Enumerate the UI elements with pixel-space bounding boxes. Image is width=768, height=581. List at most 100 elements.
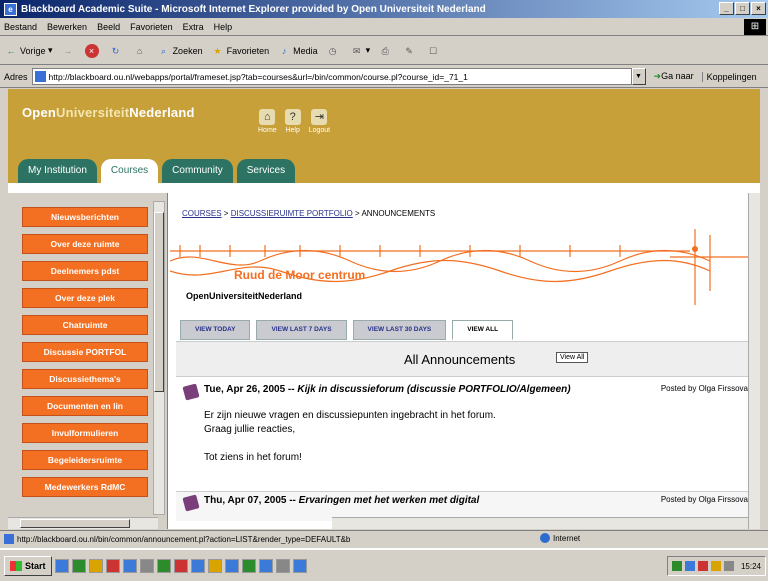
quicklaunch-icon[interactable] [173, 558, 188, 573]
refresh-button[interactable]: ↻ [109, 44, 125, 58]
help-link-label: Help [285, 127, 300, 134]
address-dropdown[interactable]: ▼ [631, 68, 646, 85]
tab-view-last-30-days[interactable]: VIEW LAST 30 DAYS [352, 320, 447, 340]
main-vertical-scrollbar[interactable] [748, 193, 760, 529]
quicklaunch-icon[interactable] [139, 558, 154, 573]
quicklaunch-icon[interactable] [190, 558, 205, 573]
quicklaunch-icon[interactable] [71, 558, 86, 573]
nav-item-over-deze-ruimte[interactable]: Over deze ruimte [22, 234, 148, 254]
taskbar-window-button[interactable] [241, 558, 256, 573]
ie-icon: e [4, 2, 17, 16]
quicklaunch-icon[interactable] [54, 558, 69, 573]
tray-icon[interactable] [671, 561, 682, 571]
history-icon: ◷ [328, 45, 337, 56]
quicklaunch-icon[interactable] [122, 558, 137, 573]
quicklaunch-icon[interactable] [88, 558, 103, 573]
nav-item-medewerkers[interactable]: Medewerkers RdMC [22, 477, 148, 497]
menu-help[interactable]: Help [214, 22, 233, 32]
nav-item-deelnemers[interactable]: Deelnemers pdst [22, 261, 148, 281]
announcement-heading: Tue, Apr 26, 2005 -- Kijk in discussiefo… [204, 384, 571, 395]
taskbar-window-button[interactable] [275, 558, 290, 573]
nav-item-chatruimte[interactable]: Chatruimte [22, 315, 148, 335]
main-horizontal-scrollbar[interactable] [332, 517, 760, 529]
menu-beeld[interactable]: Beeld [97, 22, 120, 32]
nav-item-over-deze-plek[interactable]: Over deze plek [22, 288, 148, 308]
back-button[interactable]: ← Vorige ▾ [4, 44, 53, 58]
menu-vertical-scrollbar[interactable] [153, 201, 165, 515]
quicklaunch-icon[interactable] [207, 558, 222, 573]
stop-button[interactable]: × [84, 43, 101, 58]
breadcrumb-current: ANNOUNCEMENTS [361, 209, 436, 218]
nav-item-documenten[interactable]: Documenten en lin [22, 396, 148, 416]
discuss-icon: ☐ [429, 45, 438, 56]
start-button[interactable]: Start [4, 555, 52, 576]
close-button[interactable]: × [751, 2, 766, 15]
status-bar: http://blackboard.ou.nl/bin/common/annou… [0, 530, 768, 547]
menu-horizontal-scrollbar[interactable] [8, 517, 158, 529]
menu-favorieten[interactable]: Favorieten [130, 22, 173, 32]
menu-bewerken[interactable]: Bewerken [47, 22, 87, 32]
announcement-title: Ervaringen met het werken met digital [298, 495, 480, 506]
zone-label: Internet [553, 533, 581, 543]
logo-prefix: Open [22, 105, 57, 120]
clock: 15:24 [740, 561, 761, 571]
breadcrumb-courses[interactable]: COURSES [182, 209, 222, 218]
search-button[interactable]: ⌕ Zoeken [157, 44, 203, 58]
discuss-button[interactable]: ☐ [426, 44, 442, 58]
taskbar-window-button[interactable] [224, 558, 239, 573]
forward-button[interactable]: → [61, 44, 77, 58]
go-button[interactable]: ➜Ga naar [654, 71, 694, 82]
menu-scroll-thumb[interactable] [154, 212, 164, 392]
breadcrumb-forum[interactable]: DISCUSSIERUIMTE PORTFOLIO [231, 209, 353, 218]
tray-icon[interactable] [697, 561, 708, 571]
nav-item-begeleidersruimte[interactable]: Begeleidersruimte [22, 450, 148, 470]
edit-button[interactable]: ✎ [402, 44, 418, 58]
windows-logo-icon: ⊞ [744, 19, 766, 35]
speaker-icon[interactable] [723, 561, 734, 571]
menu-bestand[interactable]: Bestand [4, 22, 37, 32]
favorites-label: Favorieten [226, 45, 270, 56]
course-org: OpenUniversiteitNederland [186, 291, 303, 301]
maximize-button[interactable]: □ [735, 2, 750, 15]
tab-view-all[interactable]: VIEW ALL [452, 320, 514, 340]
logout-link[interactable]: ⇥ Logout [309, 109, 330, 134]
home-link[interactable]: ⌂ Home [258, 109, 277, 134]
tab-services[interactable]: Services [236, 159, 296, 183]
mail-button[interactable]: ✉ ▾ [350, 44, 370, 58]
tab-view-today[interactable]: VIEW TODAY [180, 320, 251, 340]
globe-icon [540, 533, 550, 543]
home-button[interactable]: ⌂ [133, 44, 149, 58]
address-input[interactable]: http://blackboard.ou.nl/webapps/portal/f… [31, 68, 632, 85]
tray-icon[interactable] [710, 561, 721, 571]
nav-item-nieuwsberichten[interactable]: Nieuwsberichten [22, 207, 148, 227]
links-button[interactable]: Koppelingen [701, 71, 757, 82]
nav-item-invulformulieren[interactable]: Invulformulieren [22, 423, 148, 443]
tab-community[interactable]: Community [162, 159, 233, 183]
favorites-button[interactable]: ★ Favorieten [211, 44, 270, 58]
quicklaunch-icon[interactable] [105, 558, 120, 573]
announcement-body: Er zijn nieuwe vragen en discussiepunten… [204, 409, 496, 465]
announcements-title: All Announcements [404, 352, 516, 367]
menu-extra[interactable]: Extra [183, 22, 204, 32]
go-icon: ➜ [653, 71, 662, 81]
nav-item-discussie-portfolio[interactable]: Discussie PORTFOL [22, 342, 148, 362]
view-all-button[interactable]: View All [556, 352, 589, 363]
nav-item-discussiethemas[interactable]: Discussiethema's [22, 369, 148, 389]
favorites-icon: ★ [213, 45, 222, 56]
history-button[interactable]: ◷ [326, 44, 342, 58]
announcement-icon [182, 383, 200, 401]
taskbar-window-button[interactable] [292, 558, 307, 573]
media-button[interactable]: ♪ Media [277, 44, 318, 58]
taskbar-window-button[interactable] [258, 558, 273, 573]
quicklaunch-icon[interactable] [156, 558, 171, 573]
print-button[interactable]: ⎙ [378, 44, 394, 58]
menu-hscroll-thumb[interactable] [20, 519, 130, 528]
tab-my-institution[interactable]: My Institution [18, 159, 97, 183]
tab-courses[interactable]: Courses [100, 159, 159, 183]
tray-icon[interactable] [684, 561, 695, 571]
tab-view-last-7-days[interactable]: VIEW LAST 7 DAYS [256, 320, 347, 340]
minimize-button[interactable]: _ [719, 2, 734, 15]
announcement-line: Tot ziens in het forum! [204, 452, 302, 463]
help-link[interactable]: ? Help [284, 109, 301, 134]
announcement-line: Er zijn nieuwe vragen en discussiepunten… [204, 410, 496, 421]
